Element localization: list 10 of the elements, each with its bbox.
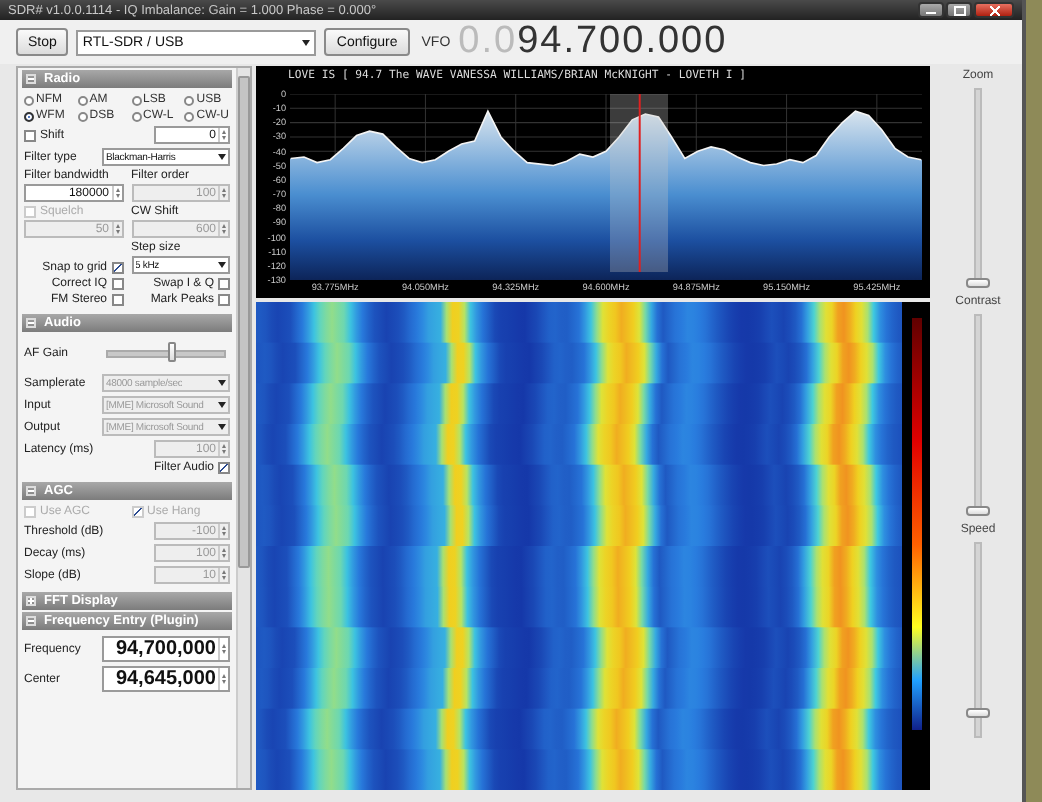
slider-thumb[interactable] <box>966 278 990 289</box>
minimize-button[interactable] <box>918 2 944 18</box>
maximize-button[interactable] <box>946 2 972 18</box>
spin-field[interactable]: 94,645,000 <box>102 666 230 692</box>
close-button[interactable] <box>974 2 1014 18</box>
scrollbar[interactable] <box>236 68 250 788</box>
slider-thumb[interactable] <box>167 342 176 362</box>
slider-thumb[interactable] <box>966 505 990 516</box>
slider-thumb[interactable] <box>966 708 990 719</box>
spin-field[interactable]: 94,700,000 <box>102 636 230 662</box>
